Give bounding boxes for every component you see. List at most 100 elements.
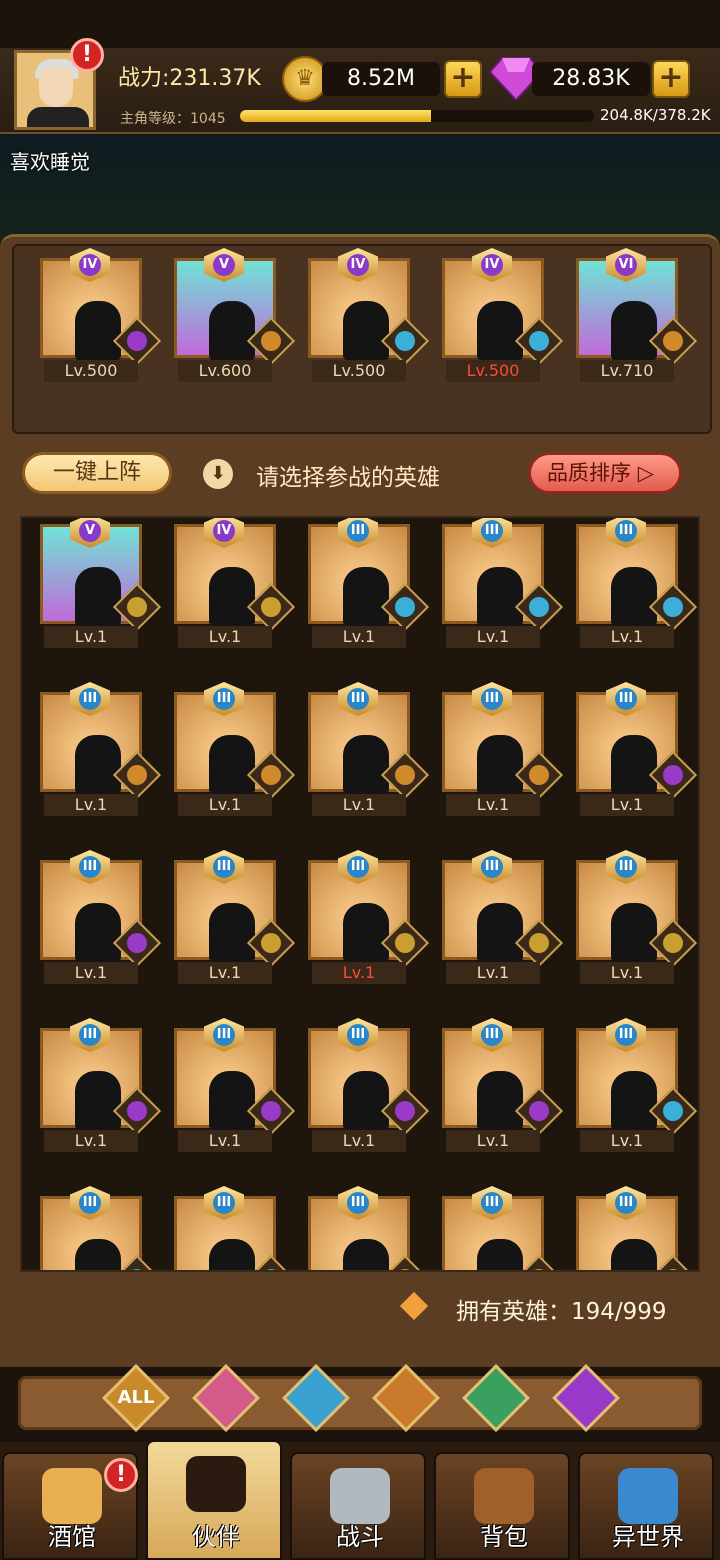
filter-demon-icon xyxy=(570,1384,602,1412)
hero-card[interactable]: III xyxy=(304,1186,430,1270)
hero-level: Lv.1 xyxy=(178,626,272,648)
rank-numeral: III xyxy=(615,688,637,710)
hero-card[interactable]: III Lv.1 xyxy=(170,1018,296,1158)
nav-crossed-swords-tab[interactable]: 战斗 xyxy=(290,1452,426,1560)
nav-beer-mug-tab[interactable]: 酒馆! xyxy=(2,1452,138,1560)
hero-level: Lv.600 xyxy=(178,360,272,382)
hero-silhouette xyxy=(611,1239,657,1270)
select-hero-hint: 请选择参战的英雄 xyxy=(256,465,440,491)
auto-deploy-button[interactable]: 一键上阵 xyxy=(22,452,172,494)
hero-level: Lv.1 xyxy=(580,794,674,816)
hero-card[interactable]: III Lv.1 xyxy=(438,850,564,990)
hero-card[interactable]: III Lv.1 xyxy=(572,850,698,990)
hero-silhouette xyxy=(611,903,657,963)
hero-card[interactable]: III xyxy=(170,1186,296,1270)
hero-level: Lv.1 xyxy=(580,962,674,984)
filter-demon-button[interactable] xyxy=(552,1364,620,1432)
hero-card[interactable]: VI Lv.710 xyxy=(572,248,698,388)
hero-roster-grid[interactable]: V Lv.1 IV Lv.1 III Lv.1 III Lv.1 III Lv.1 III Lv.1 I… xyxy=(20,516,700,1272)
hero-silhouette xyxy=(611,735,657,795)
filter-all-icon: ALL xyxy=(117,1387,155,1408)
rank-numeral: III xyxy=(213,856,235,878)
hero-card[interactable]: III Lv.1 xyxy=(304,850,430,990)
filter-all-button[interactable]: ALL xyxy=(102,1364,170,1432)
hero-card[interactable]: III Lv.1 xyxy=(572,518,698,654)
hero-card[interactable]: III xyxy=(572,1186,698,1270)
nav-partner-tab[interactable]: 伙伴 xyxy=(146,1440,282,1560)
hero-card[interactable]: IV Lv.1 xyxy=(170,518,296,654)
rank-numeral: III xyxy=(615,520,637,542)
hero-card[interactable]: III Lv.1 xyxy=(170,682,296,822)
hero-card[interactable]: III xyxy=(438,1186,564,1270)
add-gold-button[interactable]: + xyxy=(444,60,482,98)
player-name: 喜欢睡觉 xyxy=(10,150,90,174)
download-circle-icon[interactable]: ⬇ xyxy=(203,459,233,489)
hero-silhouette xyxy=(343,567,389,627)
quality-sort-button[interactable]: 品质排序 ▷ xyxy=(528,452,682,494)
hero-level: Lv.1 xyxy=(44,794,138,816)
filter-beast-button[interactable] xyxy=(372,1364,440,1432)
filter-elf-icon xyxy=(480,1384,512,1412)
hero-card[interactable]: IV Lv.500 xyxy=(304,248,430,388)
hero-card[interactable]: III Lv.1 xyxy=(438,1018,564,1158)
hero-silhouette xyxy=(343,301,389,361)
hero-card[interactable]: III Lv.1 xyxy=(36,682,162,822)
hero-card[interactable]: III Lv.1 xyxy=(572,1018,698,1158)
hero-level: Lv.1 xyxy=(44,626,138,648)
hero-card[interactable]: III xyxy=(36,1186,162,1270)
rank-numeral: III xyxy=(481,1192,503,1214)
filter-human-button[interactable] xyxy=(192,1364,260,1432)
rank-numeral: III xyxy=(615,856,637,878)
hero-silhouette xyxy=(477,1071,523,1131)
nav-portal-tab[interactable]: 异世界 xyxy=(578,1452,714,1560)
hero-card[interactable]: III Lv.1 xyxy=(304,682,430,822)
hero-level: Lv.1 xyxy=(580,626,674,648)
owned-heroes-count: 拥有英雄：194/999 xyxy=(456,1299,667,1325)
hero-silhouette xyxy=(75,1239,121,1270)
play-arrow-icon: ▷ xyxy=(637,461,654,485)
gold-value: 8.52M xyxy=(322,62,440,96)
hero-card[interactable]: IV Lv.500 xyxy=(438,248,564,388)
avatar-alert-icon: ! xyxy=(70,38,104,72)
partner-icon xyxy=(186,1456,246,1512)
rank-numeral: III xyxy=(79,688,101,710)
hero-card[interactable]: III Lv.1 xyxy=(36,850,162,990)
filter-goblin-button[interactable] xyxy=(282,1364,350,1432)
hero-card[interactable]: III Lv.1 xyxy=(170,850,296,990)
rank-numeral: III xyxy=(481,520,503,542)
hero-silhouette xyxy=(343,735,389,795)
add-gem-button[interactable]: + xyxy=(652,60,690,98)
hero-card[interactable]: V Lv.1 xyxy=(36,518,162,654)
hero-card[interactable]: V Lv.600 xyxy=(170,248,296,388)
hero-silhouette xyxy=(75,1071,121,1131)
hero-silhouette xyxy=(209,1071,255,1131)
nav-backpack-tab[interactable]: 背包 xyxy=(434,1452,570,1560)
combat-power: 战力:231.37K xyxy=(118,66,261,91)
portal-icon xyxy=(618,1468,678,1524)
rank-numeral: III xyxy=(79,856,101,878)
hero-card[interactable]: III Lv.1 xyxy=(304,518,430,654)
hero-silhouette xyxy=(611,567,657,627)
filter-human-icon xyxy=(210,1384,242,1412)
filter-elf-button[interactable] xyxy=(462,1364,530,1432)
hero-card[interactable]: III Lv.1 xyxy=(304,1018,430,1158)
top-bar: ! 战力:231.37K ♛ 8.52M + 28.83K + 主角等级：104… xyxy=(0,38,720,134)
hero-card[interactable]: III Lv.1 xyxy=(438,518,564,654)
hero-card[interactable]: III Lv.1 xyxy=(438,682,564,822)
rank-numeral: III xyxy=(79,1024,101,1046)
hero-card[interactable]: IV Lv.500 xyxy=(36,248,162,388)
hero-silhouette xyxy=(343,1239,389,1270)
hero-level: Lv.1 xyxy=(446,626,540,648)
beer-mug-icon xyxy=(42,1468,102,1524)
battle-lineup: IV Lv.500 V Lv.600 IV Lv.500 IV Lv.500 VI Lv.710 xyxy=(12,244,712,434)
filter-beast-icon xyxy=(390,1384,422,1412)
rank-numeral: III xyxy=(481,688,503,710)
rank-numeral: VI xyxy=(615,254,637,276)
hero-silhouette xyxy=(477,735,523,795)
nav-label: 背包 xyxy=(480,1523,528,1551)
hero-card[interactable]: III Lv.1 xyxy=(36,1018,162,1158)
hero-level: Lv.1 xyxy=(312,962,406,984)
hero-card[interactable]: III Lv.1 xyxy=(572,682,698,822)
hero-silhouette xyxy=(343,1071,389,1131)
hero-silhouette xyxy=(477,567,523,627)
